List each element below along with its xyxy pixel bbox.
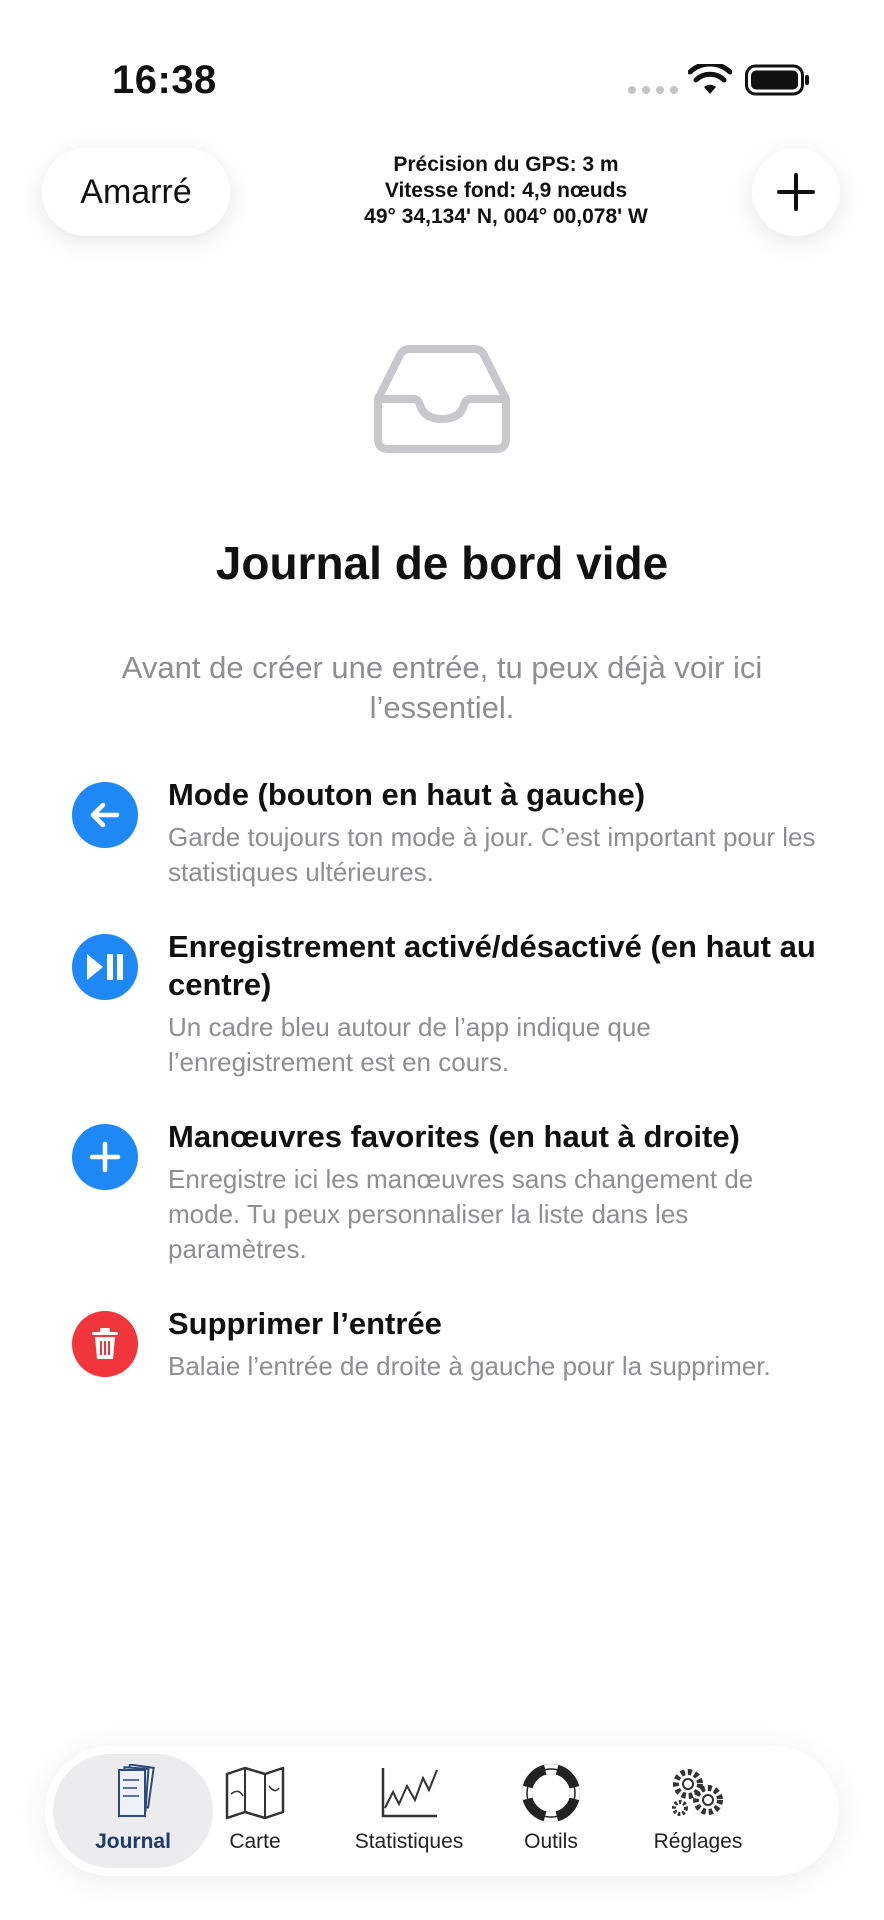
map-icon (225, 1766, 285, 1820)
tip-description: Enregistre ici les manœuvres sans change… (168, 1164, 754, 1264)
tab-label: Statistiques (354, 1830, 464, 1853)
gps-position: 49° 34,134' N, 004° 00,078' W (364, 205, 648, 228)
add-maneuver-button[interactable] (752, 148, 840, 236)
arrow-left-icon (72, 782, 138, 848)
tab-carte[interactable]: Carte (185, 1754, 325, 1868)
tip-description: Garde toujours ton mode à jour. C’est im… (168, 822, 816, 887)
tip-mode: Mode (bouton en haut à gauche) Garde tou… (70, 776, 830, 890)
battery-icon (745, 64, 809, 96)
gears-icon (672, 1769, 723, 1816)
header: Amarré Précision du GPS: 3 m Vitesse fon… (0, 138, 884, 248)
tip-title: Enregistrement activé/désactivé (en haut… (168, 929, 816, 1002)
tip-description: Balaie l’entrée de droite à gauche pour … (168, 1351, 771, 1381)
tab-label: Réglages (653, 1830, 743, 1853)
play-pause-icon (72, 934, 138, 1000)
tip-title: Manœuvres favorites (en haut à droite) (168, 1119, 740, 1154)
lifebuoy-icon (522, 1764, 580, 1822)
tab-reglages[interactable]: Réglages (625, 1754, 771, 1868)
status-bar: 16:38 (0, 0, 884, 150)
tips-list: Mode (bouton en haut à gauche) Garde tou… (70, 776, 830, 1422)
status-time: 16:38 (112, 58, 217, 102)
tip-title: Supprimer l’entrée (168, 1306, 442, 1341)
trash-icon (72, 1311, 138, 1377)
logbook-icon (118, 1764, 155, 1817)
inbox-tray-icon (374, 345, 510, 453)
tab-label: Outils (524, 1830, 578, 1853)
tab-statistiques[interactable]: Statistiques (335, 1754, 483, 1868)
tip-recording: Enregistrement activé/désactivé (en haut… (70, 928, 830, 1080)
speed-over-ground: Vitesse fond: 4,9 nœuds (384, 179, 628, 202)
plus-icon (777, 173, 815, 211)
cellular-signal-icon (628, 86, 678, 94)
empty-description: Avant de créer une entrée, tu peux déjà … (121, 650, 763, 725)
mode-button[interactable]: Amarré (42, 148, 230, 236)
tip-delete-entry: Supprimer l’entrée Balaie l’entrée de dr… (70, 1305, 830, 1384)
chart-icon (381, 1768, 438, 1818)
tab-label: Carte (229, 1830, 281, 1853)
tab-label: Journal (95, 1830, 171, 1853)
tip-title: Mode (bouton en haut à gauche) (168, 777, 646, 812)
gps-info[interactable]: Précision du GPS: 3 m Vitesse fond: 4,9 … (300, 152, 712, 230)
tip-description: Un cadre bleu autour de l’app indique qu… (168, 1012, 651, 1077)
tab-bar: Journal Carte Statistiques Outils Réglag… (45, 1746, 839, 1876)
plus-icon (72, 1124, 138, 1190)
tip-favorite-maneuvers: Manœuvres favorites (en haut à droite) E… (70, 1118, 830, 1267)
empty-title: Journal de bord vide (215, 537, 669, 589)
wifi-icon (688, 64, 732, 94)
tab-outils[interactable]: Outils (491, 1754, 611, 1868)
gps-precision: Précision du GPS: 3 m (393, 153, 619, 176)
